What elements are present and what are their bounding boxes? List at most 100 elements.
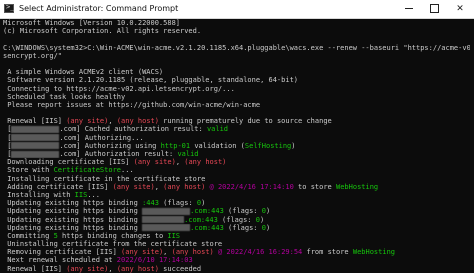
console-text: , — [154, 182, 164, 191]
console-text: , — [163, 248, 172, 257]
console-line: Committing 5 https binding changes to II… — [3, 232, 474, 240]
console-line: Scheduled task looks healthy — [3, 93, 474, 101]
console-text: IIS — [74, 190, 88, 199]
console-text: (any host) — [116, 117, 159, 126]
console-text: SelfHosting — [244, 141, 292, 150]
console-text: Updating existing https binding — [3, 223, 143, 232]
console-text: valid — [206, 125, 229, 134]
console-text: running prematurely due to source change — [158, 117, 332, 126]
console-text: https binding changes to — [57, 231, 168, 240]
console-text: (any site) — [121, 248, 164, 257]
console-text: .com:443 — [190, 223, 224, 232]
console-text: [ — [3, 125, 12, 134]
console-text: sencrypt.org/" — [3, 51, 63, 60]
console-text: Updating existing https binding — [3, 199, 143, 208]
console-text: to store — [293, 182, 336, 191]
console-line: Renewal [IIS] (any site), (any host) run… — [3, 117, 474, 125]
console-text: Please report issues at https://github.c… — [3, 100, 261, 109]
console-text: (flags: — [217, 215, 256, 224]
console-text: Scheduled task looks healthy — [3, 92, 126, 101]
console-text: C:\WINDOWS\system32>C:\Win-ACME\win-acme… — [3, 43, 474, 52]
title-bar[interactable]: >_ Select Administrator: Command Prompt … — [0, 0, 474, 19]
console-text: Next renewal scheduled at — [3, 256, 117, 265]
console-text: Updating existing https binding — [3, 215, 143, 224]
console-text: 2022/6/10 17:14:03 — [116, 256, 193, 265]
console-text: CertificateStore — [53, 166, 122, 175]
console-line: (c) Microsoft Corporation. All rights re… — [3, 27, 474, 35]
console-line: Next renewal scheduled at 2022/6/10 17:1… — [3, 256, 474, 264]
console-text: (any site) — [66, 117, 109, 126]
console-line: Please report issues at https://github.c… — [3, 101, 474, 109]
console-text: (flags: — [223, 223, 262, 232]
redacted-domain — [11, 150, 60, 158]
console-text: (any host) — [171, 248, 214, 257]
console-line: Microsoft Windows [Version 10.0.22000.58… — [3, 19, 474, 27]
console-line: Adding certificate [IIS] (any site), (an… — [3, 183, 474, 191]
console-line: [.com] Authorizing using http-01 validat… — [3, 142, 474, 150]
console-text: .com] Authorizing... — [59, 133, 144, 142]
console-text: Downloading certificate [IIS] — [3, 158, 134, 167]
redacted-domain — [11, 134, 60, 142]
redacted-domain — [142, 224, 191, 232]
command-prompt-window: >_ Select Administrator: Command Prompt … — [0, 0, 474, 273]
scrollbar[interactable] — [470, 19, 474, 266]
command-prompt-icon: >_ — [4, 3, 15, 13]
console-line: Updating existing https binding :443 (fl… — [3, 199, 474, 207]
console-text: ) — [265, 207, 271, 216]
minimize-button[interactable] — [398, 0, 420, 18]
minimize-icon — [405, 8, 413, 9]
console-line: Installing with IIS... — [3, 191, 474, 199]
close-button[interactable]: ✕ — [449, 0, 471, 18]
console-line: Uninstalling certificate from the certif… — [3, 240, 474, 248]
console-text: .com] Cached authorization result: — [59, 125, 207, 134]
console-line: Updating existing https binding .com:443… — [3, 216, 474, 224]
maximize-icon — [429, 4, 439, 13]
console-line: Installing certificate in the certificat… — [3, 175, 474, 183]
console-text: ... — [87, 190, 100, 199]
console-line: Downloading certificate [IIS] (any site)… — [3, 158, 474, 166]
console-text: (flags: — [158, 199, 197, 208]
console-text: Installing certificate in the certificat… — [3, 174, 206, 183]
console-text: .com:443 — [190, 207, 224, 216]
console-text: .com:443 — [184, 215, 218, 224]
console-line: Software version 2.1.20.1185 (release, p… — [3, 76, 474, 84]
maximize-button[interactable] — [423, 0, 445, 18]
console-text: Microsoft Windows [Version 10.0.22000.58… — [3, 19, 181, 27]
console-text: Uninstalling certificate from the certif… — [3, 240, 223, 249]
console-line: Store with CertificateStore... — [3, 166, 474, 174]
console-text: ) — [259, 215, 265, 224]
console-text: ) — [201, 199, 206, 208]
console-text: WebHosting — [352, 248, 396, 257]
console-line: sencrypt.org/" — [3, 52, 474, 60]
console-line: Removing certificate [IIS] (any site), (… — [3, 248, 474, 256]
console-line: [.com] Authorization result: valid — [3, 150, 474, 158]
console-text: A simple Windows ACMEv2 client (WACS) — [3, 68, 164, 77]
console-text: [ — [3, 133, 12, 142]
console-text: Software version 2.1.20.1185 (release, p… — [3, 76, 299, 85]
console-text: Connecting to https://acme-v02.api.letse… — [3, 84, 235, 93]
console-text: , — [175, 158, 185, 167]
console-line: Updating existing https binding .com:443… — [3, 207, 474, 215]
console-text: http-01 — [160, 141, 191, 150]
console-output[interactable]: Microsoft Windows [Version 10.0.22000.58… — [0, 19, 474, 273]
console-text: ... — [121, 166, 134, 175]
console-text: , — [108, 117, 117, 126]
console-text: from store — [302, 248, 353, 257]
console-text: Renewal [IIS] — [3, 117, 67, 126]
console-text: (c) Microsoft Corporation. All rights re… — [3, 27, 202, 36]
console-text: WebHosting — [336, 182, 379, 191]
console-text: (any site) — [112, 182, 155, 191]
console-line: [ .com] Cached authorization result: vali… — [3, 125, 474, 133]
console-line: Updating existing https binding .com:443… — [3, 224, 474, 232]
console-text: (any site) — [133, 158, 176, 167]
console-text: (flags: — [223, 207, 262, 216]
redacted-domain — [11, 142, 60, 150]
redacted-domain — [142, 207, 191, 215]
console-text: IIS — [167, 231, 181, 240]
console-line: A simple Windows ACMEv2 client (WACS) — [3, 68, 474, 76]
console-text: (any host) — [163, 182, 206, 191]
console-text: @ 2022/4/16 16:29:54 — [213, 248, 303, 257]
